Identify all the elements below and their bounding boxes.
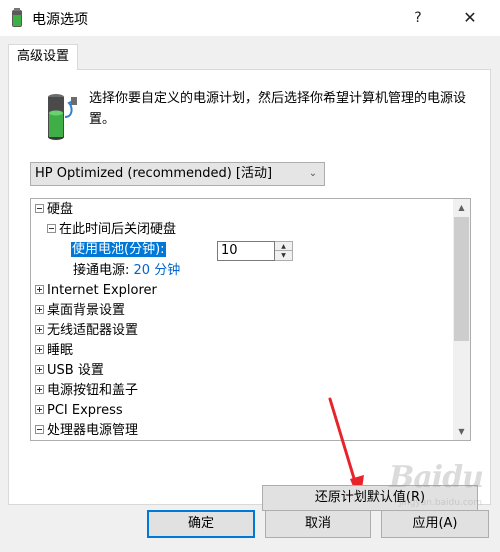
restore-defaults-button[interactable]: 还原计划默认值(R) [262,485,478,511]
tree-item-desktop-background[interactable]: 桌面背景设置 [35,301,125,321]
power-options-icon [12,8,22,27]
tree-item-wireless-adapter[interactable]: 无线适配器设置 [35,321,138,341]
cancel-button[interactable]: 取消 [265,510,371,538]
tab-advanced-settings[interactable]: 高级设置 [8,44,78,70]
on-battery-minutes-input[interactable]: 10 [217,241,275,261]
tree-item-sleep[interactable]: 睡眠 [35,341,73,361]
power-plan-selected: HP Optimized (recommended) [活动] [35,166,273,181]
tree-item-plugged-in[interactable]: 接通电源: 20 分钟 [73,261,180,281]
tree-item-label: 处理器电源管理 [47,423,139,438]
expand-icon[interactable] [35,325,44,334]
tree-item-processor-power[interactable]: 处理器电源管理 [35,421,139,440]
tree-item-power-buttons-lid[interactable]: 电源按钮和盖子 [35,381,138,401]
expand-icon[interactable] [35,385,44,394]
expand-icon[interactable] [35,365,44,374]
tree-item-on-battery[interactable]: 使用电池(分钟): 10 ▲ ▼ [71,240,301,262]
settings-tree[interactable]: 硬盘 在此时间后关闭硬盘 使用电池(分钟): 10 ▲ ▼ 接通电源: 20 分… [30,198,471,441]
collapse-icon[interactable] [47,224,56,233]
tree-item-label: 电源按钮和盖子 [47,383,139,398]
expand-icon[interactable] [35,285,44,294]
close-button[interactable]: ✕ [452,4,488,32]
settings-tree-content: 硬盘 在此时间后关闭硬盘 使用电池(分钟): 10 ▲ ▼ 接通电源: 20 分… [31,199,453,440]
window-title: 电源选项 [32,12,88,28]
battery-icon [48,94,77,140]
dialog-client-area: 高级设置 选择你要自定义的电源计划，然后选择你希望计算机管理的电源设置。 HP … [0,36,500,552]
tree-item-label: PCI Express [47,403,123,418]
minutes-spinner[interactable]: ▲ ▼ [275,241,293,261]
tree-item-pci-express[interactable]: PCI Express [35,401,123,421]
advanced-settings-panel: 选择你要自定义的电源计划，然后选择你希望计算机管理的电源设置。 HP Optim… [8,69,491,511]
tree-item-label: USB 设置 [47,363,104,378]
on-battery-label: 使用电池(分钟): [71,242,166,257]
collapse-icon[interactable] [35,204,44,213]
spin-up-icon[interactable]: ▲ [275,242,292,251]
scroll-down-icon[interactable]: ▼ [453,423,470,440]
expand-icon[interactable] [35,345,44,354]
plugged-in-label: 接通电源: [73,263,130,278]
tree-item-internet-explorer[interactable]: Internet Explorer [35,281,157,301]
tree-item-label: 在此时间后关闭硬盘 [59,222,177,237]
chevron-down-icon: ⌄ [308,168,318,179]
tree-item-label: 睡眠 [47,343,74,358]
tree-item-usb-settings[interactable]: USB 设置 [35,361,104,381]
tree-item-turn-off-hard-disk[interactable]: 在此时间后关闭硬盘 [47,220,176,240]
collapse-icon[interactable] [35,425,44,434]
tree-item-label: 硬盘 [47,202,74,217]
tree-item-label: Internet Explorer [47,283,157,298]
tree-item-hard-disk[interactable]: 硬盘 [35,200,73,220]
scrollbar-thumb[interactable] [454,217,469,341]
expand-icon[interactable] [35,305,44,314]
expand-icon[interactable] [35,405,44,414]
title-bar: 电源选项 ? ✕ [0,0,500,36]
tree-item-label: 无线适配器设置 [47,323,139,338]
ok-button[interactable]: 确定 [147,510,255,538]
power-plan-dropdown[interactable]: HP Optimized (recommended) [活动] ⌄ [30,162,325,186]
scroll-up-icon[interactable]: ▲ [453,199,470,216]
plugged-in-value[interactable]: 20 分钟 [134,263,181,278]
plan-description: 选择你要自定义的电源计划，然后选择你希望计算机管理的电源设置。 [89,91,467,127]
spin-down-icon[interactable]: ▼ [275,251,292,260]
tree-item-label: 桌面背景设置 [47,303,126,318]
help-button[interactable]: ? [400,4,436,32]
apply-button[interactable]: 应用(A) [381,510,489,538]
tree-scrollbar[interactable]: ▲ ▼ [453,199,470,440]
